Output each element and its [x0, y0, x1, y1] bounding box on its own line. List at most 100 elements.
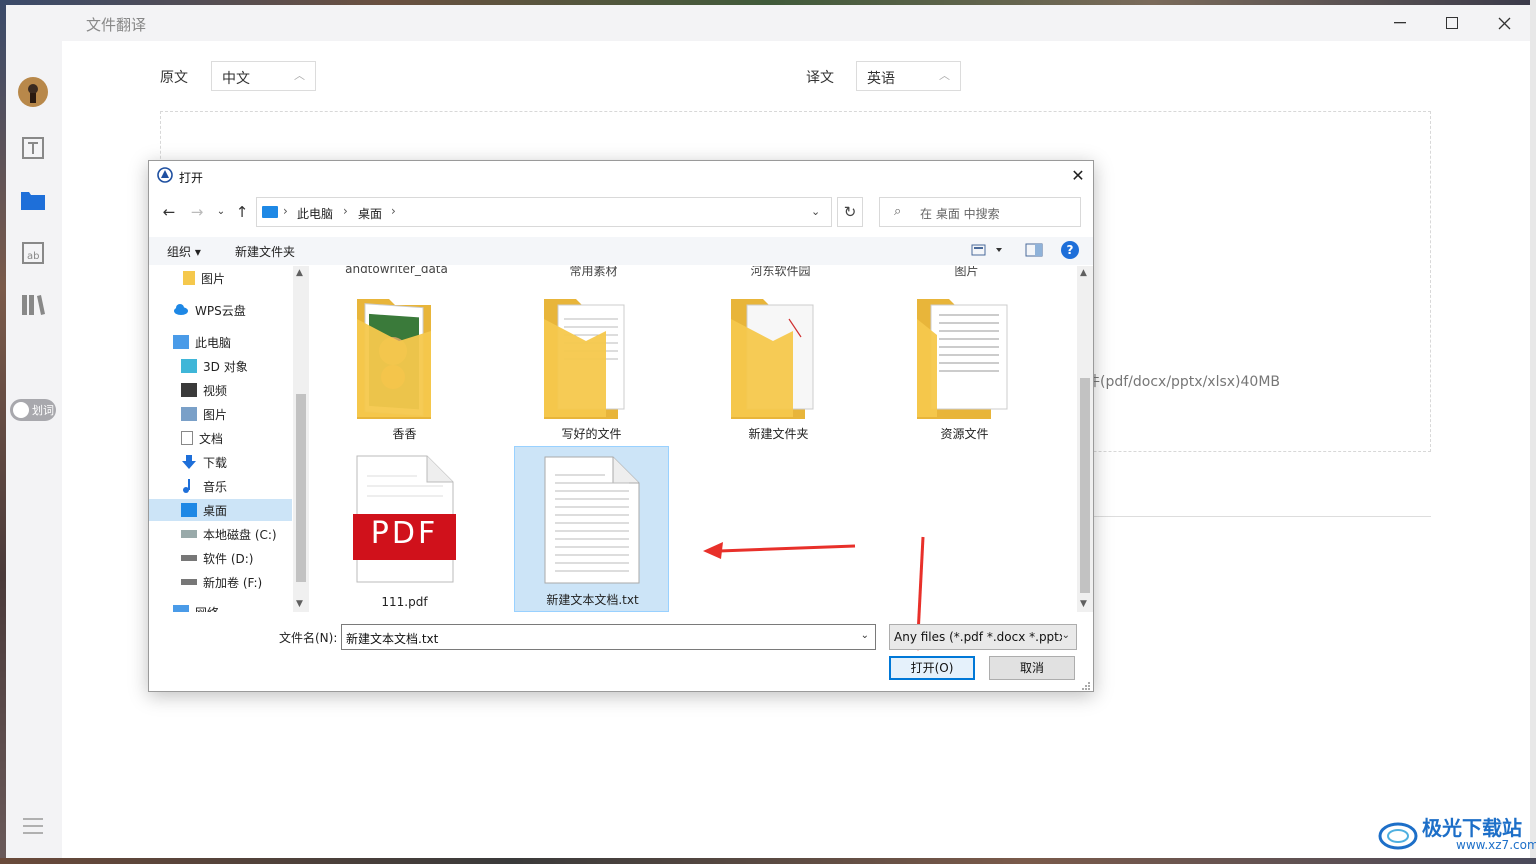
- dialog-close-button[interactable]: ✕: [1065, 163, 1091, 189]
- breadcrumb-separator: ›: [283, 204, 288, 218]
- divider: [1094, 516, 1431, 517]
- arrow-right-icon: →: [190, 203, 204, 221]
- nav-item-drive-c[interactable]: 本地磁盘 (C:): [181, 523, 277, 545]
- source-label: 原文: [160, 70, 188, 86]
- chevron-down-icon[interactable]: ⌄: [861, 630, 869, 641]
- nav-label: 桌面: [203, 503, 228, 518]
- nav-label: 音乐: [203, 479, 228, 494]
- open-button[interactable]: 打开(O): [889, 656, 975, 680]
- library-icon[interactable]: [18, 290, 48, 320]
- source-language-select[interactable]: 中文 ︿: [211, 61, 316, 91]
- network-icon: [173, 605, 189, 612]
- nav-item-desktop[interactable]: 桌面: [149, 499, 292, 521]
- image-translate-icon[interactable]: ab: [18, 238, 48, 268]
- file-name: 111.pdf: [381, 595, 428, 609]
- chevron-up-icon: ︿: [939, 69, 950, 82]
- music-icon: [181, 479, 197, 493]
- scroll-up-icon: ▲: [296, 268, 303, 278]
- refresh-icon: ↻: [843, 203, 857, 221]
- scrollbar-thumb[interactable]: [296, 394, 306, 582]
- nav-pane-scrollbar[interactable]: ▲ ▼: [293, 266, 309, 612]
- open-file-dialog: 打开 ✕ ← → ⌄ ↑ › 此电脑 › 桌面 › ⌄ ↻ ⌕ 在 桌面 中搜索…: [148, 160, 1094, 692]
- cancel-button[interactable]: 取消: [989, 656, 1075, 680]
- nav-label: 3D 对象: [203, 359, 248, 374]
- toggle-label: 划词: [32, 404, 54, 417]
- breadcrumb-separator: ›: [391, 204, 396, 218]
- file-item-folder[interactable]: 新建文件夹: [701, 279, 856, 445]
- nav-item-pictures[interactable]: 图片: [181, 403, 227, 425]
- file-item-txt[interactable]: 新建文本文档.txt: [514, 446, 669, 612]
- preview-pane-button[interactable]: [1025, 242, 1043, 261]
- help-icon[interactable]: ?: [1061, 241, 1079, 259]
- file-item-folder[interactable]: 写好的文件: [514, 279, 669, 445]
- folder-icon: [917, 299, 1008, 419]
- chevron-down-icon: ⌄: [1061, 630, 1070, 641]
- scroll-up-icon: ▲: [1080, 268, 1087, 278]
- filename-input[interactable]: 新建文本文档.txt ⌄: [341, 624, 876, 650]
- minimize-button[interactable]: [1374, 5, 1426, 41]
- back-button[interactable]: ←: [159, 201, 179, 223]
- folder-translate-icon[interactable]: [18, 185, 48, 215]
- scrollbar-thumb[interactable]: [1080, 378, 1090, 593]
- drive-icon: [181, 579, 197, 585]
- watermark-text: 极光下载站: [1422, 816, 1522, 840]
- file-item-folder[interactable]: 资源文件: [887, 279, 1042, 445]
- partial-file-label: 河东软件园: [750, 266, 811, 278]
- nav-item-documents[interactable]: 文档: [181, 427, 223, 449]
- file-item-pdf[interactable]: PDF 111.pdf: [327, 446, 482, 612]
- file-type-select[interactable]: Any files (*.pdf *.docx *.pptx ⌄: [889, 624, 1077, 650]
- nav-item-wps-cloud[interactable]: WPS云盘: [173, 299, 246, 321]
- address-bar[interactable]: › 此电脑 › 桌面 › ⌄: [256, 197, 832, 227]
- nav-item-downloads[interactable]: 下载: [181, 451, 227, 473]
- avatar-icon: [18, 77, 48, 107]
- resize-grip-icon[interactable]: [1081, 681, 1091, 691]
- nav-item-3d-objects[interactable]: 3D 对象: [181, 355, 248, 377]
- computer-icon: [173, 335, 189, 349]
- film-icon: [181, 383, 197, 397]
- partial-file-label: 常用素材: [569, 266, 618, 278]
- upload-hint: 件(pdf/docx/pptx/xlsx)40MB: [1086, 374, 1281, 390]
- word-select-toggle[interactable]: 划词: [10, 399, 56, 421]
- file-list: andtowriter_data 常用素材 河东软件园 图片 香香 写好的文件: [311, 266, 1077, 612]
- document-icon: [181, 431, 193, 445]
- dialog-toolbar: 组织 ▾ 新建文件夹 ?: [149, 237, 1093, 265]
- desktop-icon: [181, 503, 197, 517]
- desktop-background-right: [1530, 0, 1536, 864]
- nav-item-pictures-quick[interactable]: 图片: [183, 267, 225, 289]
- view-icon: [971, 244, 1002, 256]
- chevron-down-icon[interactable]: ⌄: [811, 205, 820, 218]
- menu-icon[interactable]: [18, 811, 48, 841]
- file-item-folder[interactable]: 香香: [327, 279, 482, 445]
- new-folder-button[interactable]: 新建文件夹: [235, 243, 295, 260]
- file-name: 新建文件夹: [748, 427, 809, 441]
- close-icon: ✕: [1071, 166, 1085, 185]
- target-language-select[interactable]: 英语 ︿: [856, 61, 961, 91]
- target-language-value: 英语: [867, 71, 895, 87]
- scroll-down-icon: ▼: [296, 599, 303, 609]
- arrow-up-icon: ↑: [235, 203, 249, 221]
- up-button[interactable]: ↑: [232, 201, 252, 223]
- refresh-button[interactable]: ↻: [837, 197, 863, 227]
- breadcrumb-desktop[interactable]: 桌面: [358, 205, 382, 222]
- search-input[interactable]: ⌕ 在 桌面 中搜索: [879, 197, 1081, 227]
- nav-item-music[interactable]: 音乐: [181, 475, 227, 497]
- nav-item-this-pc[interactable]: 此电脑: [173, 331, 231, 353]
- breadcrumb-this-pc[interactable]: 此电脑: [297, 205, 333, 222]
- text-translate-icon[interactable]: [18, 133, 48, 163]
- drive-icon: [181, 530, 197, 538]
- nav-item-drive-d[interactable]: 软件 (D:): [181, 547, 253, 569]
- nav-item-network[interactable]: 网络: [173, 601, 219, 612]
- nav-item-drive-f[interactable]: 新加卷 (F:): [181, 571, 262, 593]
- organize-menu[interactable]: 组织 ▾: [167, 243, 201, 260]
- file-list-scrollbar[interactable]: ▲ ▼: [1077, 266, 1093, 612]
- avatar[interactable]: [18, 77, 48, 107]
- nav-item-videos[interactable]: 视频: [181, 379, 227, 401]
- recent-locations-button[interactable]: ⌄: [211, 201, 231, 223]
- forward-button[interactable]: →: [187, 201, 207, 223]
- close-button[interactable]: [1478, 5, 1530, 41]
- svg-text:ab: ab: [27, 251, 39, 262]
- view-options-button[interactable]: [971, 242, 1003, 261]
- maximize-button[interactable]: [1426, 5, 1478, 41]
- file-name: 写好的文件: [561, 427, 622, 441]
- scroll-down-icon: ▼: [1080, 599, 1087, 609]
